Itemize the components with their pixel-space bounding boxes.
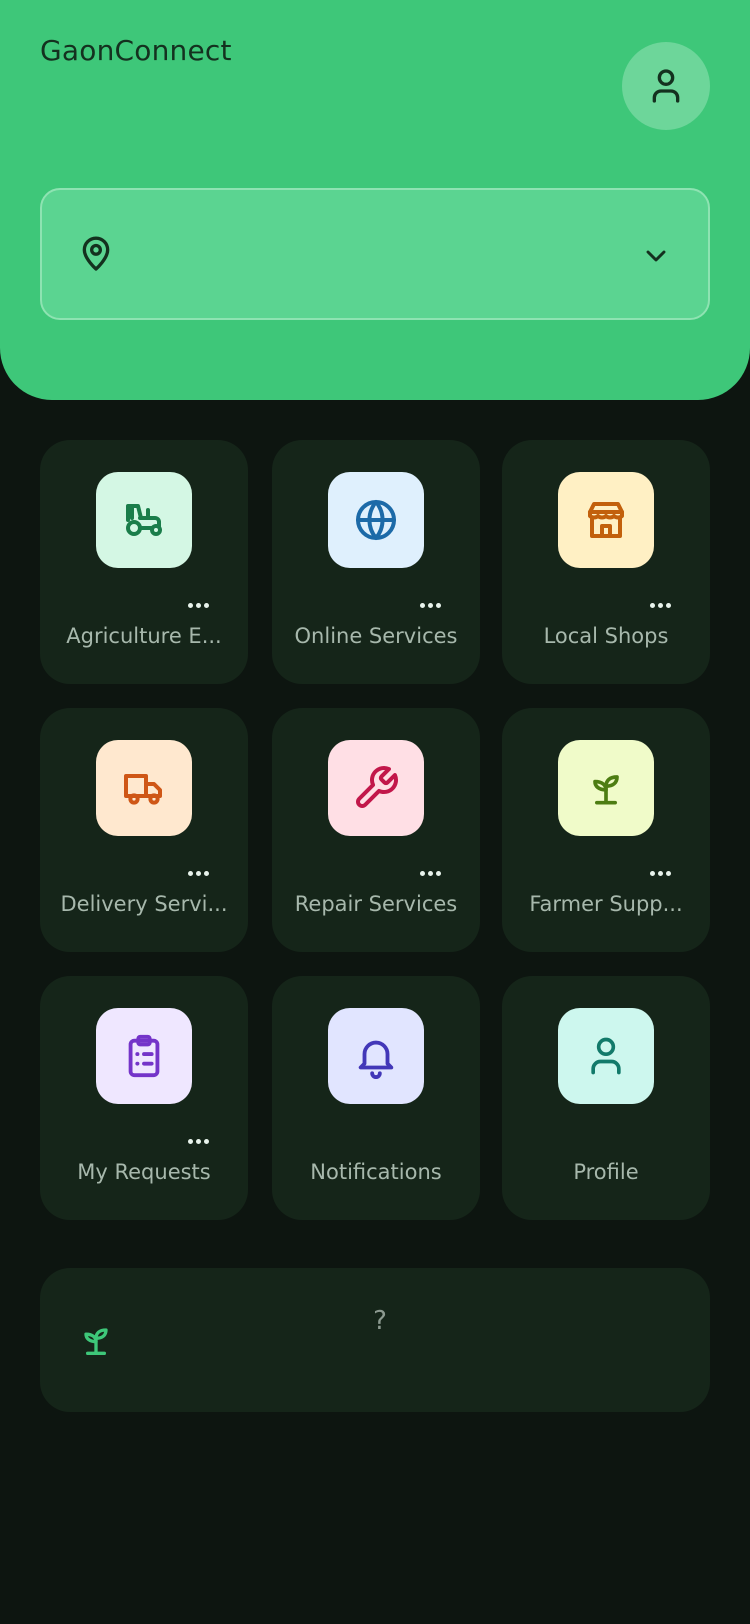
service-card-delivery[interactable]: Delivery Servi... [40, 708, 248, 952]
tip-text: ? [373, 1306, 387, 1336]
clipboard-list-icon [128, 1034, 160, 1078]
truck-icon [124, 774, 162, 805]
service-card-notifications[interactable]: Notifications [272, 976, 480, 1220]
profile-avatar-button[interactable] [622, 42, 710, 130]
service-label: Local Shops [543, 624, 669, 648]
service-card-repair[interactable]: Repair Services [272, 708, 480, 952]
more-options-icon[interactable] [420, 871, 441, 876]
more-options-icon[interactable] [188, 1139, 209, 1144]
store-icon [588, 502, 624, 538]
globe-icon [356, 500, 396, 540]
service-label: My Requests [77, 1160, 211, 1184]
service-label: Notifications [310, 1160, 442, 1184]
service-card-farmer-support[interactable]: Farmer Supp... [502, 708, 710, 952]
service-tile [96, 740, 192, 836]
bell-icon [358, 1040, 394, 1079]
service-label: Online Services [294, 624, 458, 648]
service-tile [558, 1008, 654, 1104]
service-card-local-shops[interactable]: Local Shops [502, 440, 710, 684]
service-card-my-requests[interactable]: My Requests [40, 976, 248, 1220]
service-card-online-services[interactable]: Online Services [272, 440, 480, 684]
service-tile [328, 740, 424, 836]
app-title: GaonConnect [40, 34, 232, 67]
sprout-icon [84, 1328, 108, 1355]
tractor-icon [126, 504, 162, 536]
service-tile [96, 1008, 192, 1104]
service-label: Farmer Supp... [529, 892, 683, 916]
app-header: GaonConnect [0, 0, 750, 400]
location-selector[interactable] [40, 188, 710, 320]
more-options-icon[interactable] [188, 603, 209, 608]
map-pin-icon [82, 236, 110, 271]
chevron-down-icon [646, 250, 666, 262]
sprout-icon [593, 775, 619, 805]
service-tile [328, 1008, 424, 1104]
service-tile [328, 472, 424, 568]
more-options-icon[interactable] [420, 603, 441, 608]
service-label: Repair Services [294, 892, 458, 916]
service-label: Profile [573, 1160, 639, 1184]
user-icon [591, 1037, 621, 1075]
service-tile [96, 472, 192, 568]
wrench-icon [356, 766, 398, 808]
more-options-icon[interactable] [188, 871, 209, 876]
service-card-profile[interactable]: Profile [502, 976, 710, 1220]
more-options-icon[interactable] [650, 603, 671, 608]
user-icon [652, 69, 680, 103]
tip-card[interactable]: ? [40, 1268, 710, 1412]
service-card-agriculture[interactable]: Agriculture E... [40, 440, 248, 684]
service-tile [558, 472, 654, 568]
service-label: Delivery Servi... [60, 892, 228, 916]
service-tile [558, 740, 654, 836]
more-options-icon[interactable] [650, 871, 671, 876]
service-label: Agriculture E... [66, 624, 222, 648]
